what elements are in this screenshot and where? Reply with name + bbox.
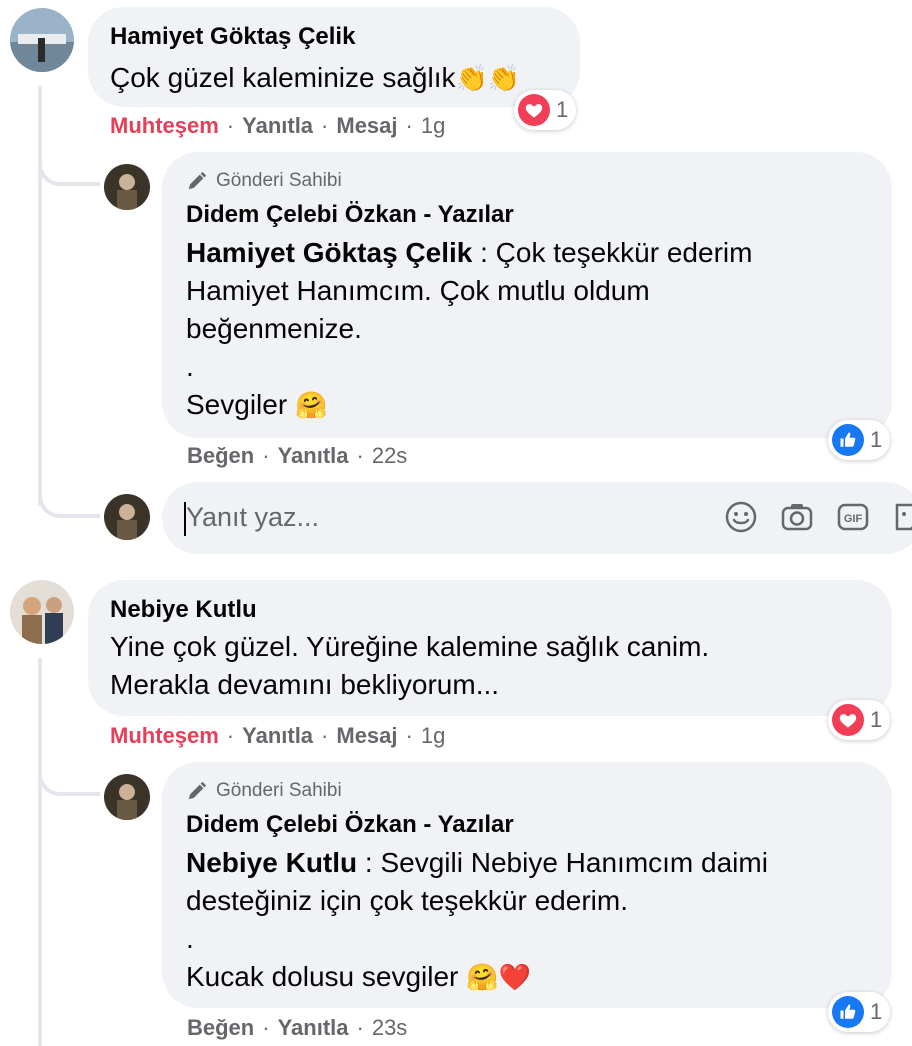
reply-text: Hamiyet Göktaş Çelik : Çok teşekkür eder…: [186, 237, 753, 420]
reply-bubble: Gönderi Sahibi Didem Çelebi Özkan - Yazı…: [162, 152, 892, 438]
reply-author[interactable]: Didem Çelebi Özkan - Yazılar: [186, 810, 514, 840]
reaction-count-badge[interactable]: 1: [828, 992, 891, 1032]
reaction-count: 1: [870, 707, 883, 732]
emoji-icon[interactable]: [724, 500, 758, 534]
reaction-count-badge[interactable]: 1: [828, 420, 891, 460]
comment-author[interactable]: Nebiye Kutlu: [110, 595, 257, 625]
comment-text: Çok güzel kaleminize sağlık👏👏: [110, 62, 521, 93]
thread-branch: [38, 760, 100, 796]
thread-branch: [38, 480, 100, 518]
comment-actions: Muhteşem · Yanıtla · Mesaj · 1g: [110, 113, 446, 139]
reaction-label[interactable]: Muhteşem: [110, 723, 219, 749]
reaction-count: 1: [870, 427, 883, 452]
svg-text:GIF: GIF: [844, 513, 863, 525]
reaction-count: 1: [556, 97, 569, 122]
reply-actions: Beğen · Yanıtla · 23s: [187, 1015, 408, 1041]
reaction-count-badge[interactable]: 1: [514, 90, 577, 130]
reply-link[interactable]: Yanıtla: [278, 1015, 349, 1041]
reply-text: Nebiye Kutlu : Sevgili Nebiye Hanımcım d…: [186, 847, 768, 992]
comment-author[interactable]: Hamiyet Göktaş Çelik: [110, 22, 355, 52]
gif-icon[interactable]: GIF: [836, 500, 870, 534]
thread-branch: [38, 150, 100, 186]
comment-bubble: Hamiyet Göktaş Çelik Çok güzel kaleminiz…: [88, 7, 580, 107]
reply-link[interactable]: Yanıtla: [242, 723, 313, 749]
love-reaction-icon: [518, 94, 550, 126]
timestamp[interactable]: 1g: [421, 113, 445, 139]
thread-line: [38, 86, 42, 506]
like-link[interactable]: Beğen: [187, 1015, 254, 1041]
like-reaction-icon: [832, 424, 864, 456]
hug-emoji: 🤗: [294, 390, 328, 420]
thread-line: [38, 658, 42, 1046]
love-reaction-icon: [832, 704, 864, 736]
avatar-didem[interactable]: [104, 774, 150, 820]
avatar-nebiye[interactable]: [10, 580, 74, 644]
comment-text: Yine çok güzel. Yüreğine kalemine sağlık…: [110, 631, 710, 700]
reply-input[interactable]: Yanıt yaz... GIF: [162, 482, 912, 554]
like-reaction-icon: [832, 996, 864, 1028]
reply-link[interactable]: Yanıtla: [278, 443, 349, 469]
clap-emoji: 👏👏: [455, 63, 521, 93]
reply-input-placeholder: Yanıt yaz...: [186, 502, 320, 532]
mention[interactable]: Nebiye Kutlu: [186, 847, 357, 878]
pencil-icon: [188, 781, 207, 800]
message-link[interactable]: Mesaj: [336, 723, 397, 749]
reaction-count: 1: [870, 999, 883, 1024]
reaction-count-badge[interactable]: 1: [828, 700, 891, 740]
mention[interactable]: Hamiyet Göktaş Çelik: [186, 237, 472, 268]
reply-author[interactable]: Didem Çelebi Özkan - Yazılar: [186, 200, 514, 230]
hug-heart-emoji: 🤗❤️: [466, 962, 531, 992]
sticker-icon[interactable]: [892, 500, 912, 534]
avatar-hamiyet[interactable]: [10, 8, 74, 72]
owner-badge: Gönderi Sahibi: [186, 778, 342, 804]
timestamp[interactable]: 1g: [421, 723, 445, 749]
comment-actions: Muhteşem · Yanıtla · Mesaj · 1g: [110, 723, 446, 749]
timestamp[interactable]: 23s: [372, 1015, 407, 1041]
pencil-icon: [188, 171, 207, 190]
avatar-didem[interactable]: [104, 164, 150, 210]
reaction-label[interactable]: Muhteşem: [110, 113, 219, 139]
like-link[interactable]: Beğen: [187, 443, 254, 469]
comment-bubble: Nebiye Kutlu Yine çok güzel. Yüreğine ka…: [88, 580, 892, 716]
timestamp[interactable]: 22s: [372, 443, 407, 469]
camera-icon[interactable]: [780, 500, 814, 534]
reply-link[interactable]: Yanıtla: [242, 113, 313, 139]
owner-badge: Gönderi Sahibi: [186, 168, 342, 194]
avatar-current-user: [104, 494, 150, 540]
message-link[interactable]: Mesaj: [336, 113, 397, 139]
reply-actions: Beğen · Yanıtla · 22s: [187, 443, 408, 469]
reply-bubble: Gönderi Sahibi Didem Çelebi Özkan - Yazı…: [162, 762, 892, 1008]
